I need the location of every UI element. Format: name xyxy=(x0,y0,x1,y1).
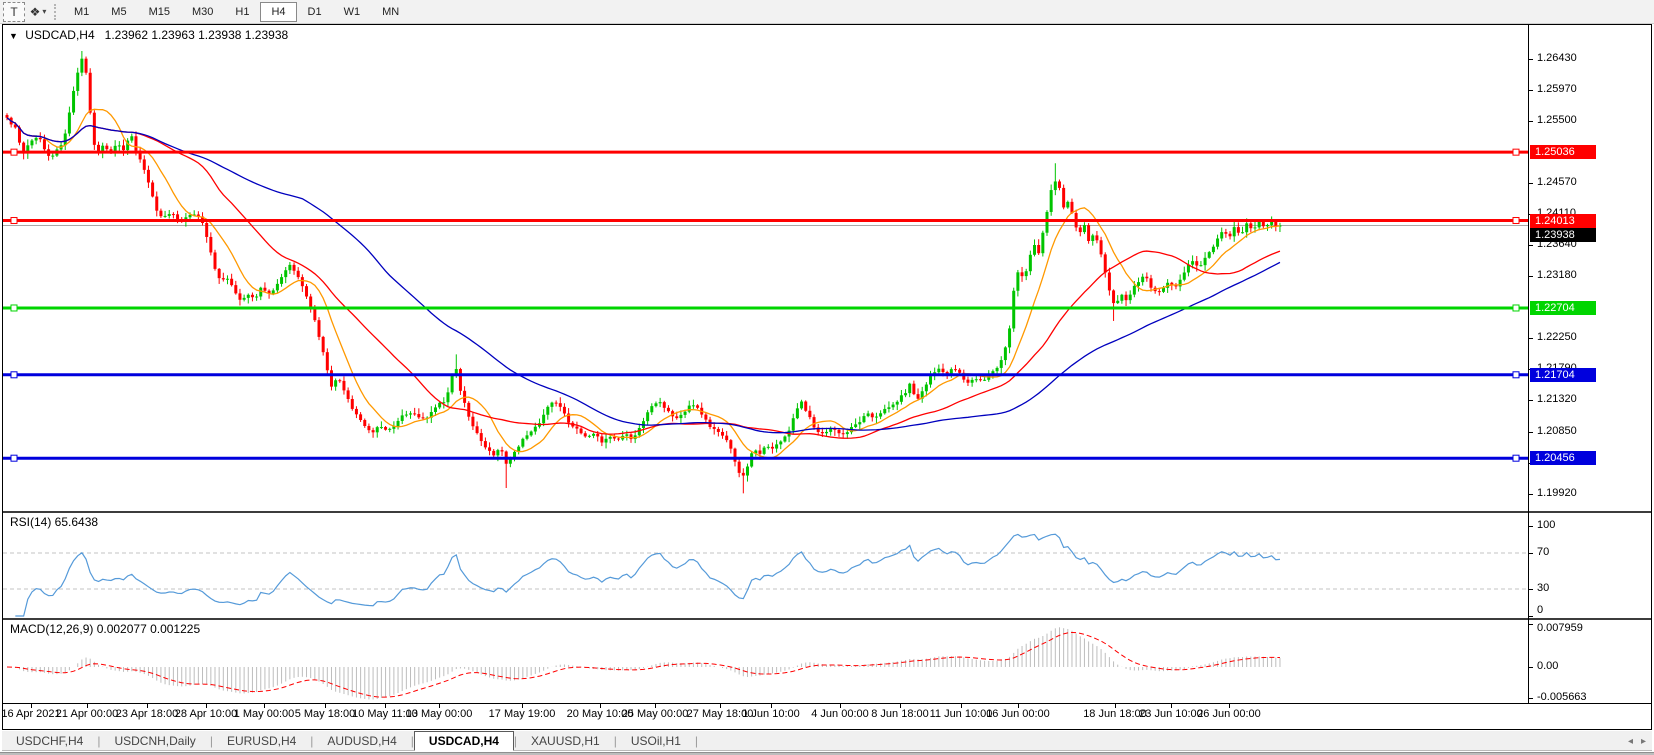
horizontal-line-1.24013[interactable] xyxy=(3,218,1528,224)
rsi-label: RSI(14) 65.6438 xyxy=(10,515,98,529)
timeframe-button-m5[interactable]: M5 xyxy=(100,2,137,22)
terminal-screen: T ❖ ▾ M1M5M15M30H1H4D1W1MN ▼ USDCAD,H4 1… xyxy=(0,0,1654,755)
top-toolbar: T ❖ ▾ M1M5M15M30H1H4D1W1MN xyxy=(0,0,1654,24)
chart-title: ▼ USDCAD,H4 1.23962 1.23963 1.23938 1.23… xyxy=(9,28,288,42)
chart-quotes: 1.23962 1.23963 1.23938 1.23938 xyxy=(105,28,289,42)
time-tick xyxy=(206,704,207,708)
MA-fast-line xyxy=(7,109,1280,457)
timeframe-button-m1[interactable]: M1 xyxy=(63,2,100,22)
rsi-canvas[interactable] xyxy=(3,513,1528,618)
timeframe-button-h4[interactable]: H4 xyxy=(260,2,296,22)
tab-xauusd-h1[interactable]: XAUUSD,H1 xyxy=(517,731,614,751)
objects-icon: ❖ xyxy=(30,5,41,19)
price-tick-1.26430: 1.26430 xyxy=(1537,52,1577,64)
horizontal-line-1.22704[interactable] xyxy=(3,305,1528,311)
time-label: 13 May 00:00 xyxy=(393,708,485,720)
tab-eurusd-h4[interactable]: EURUSD,H4 xyxy=(213,731,310,751)
time-label: 26 Jun 00:00 xyxy=(1183,708,1275,720)
macd-tick-0.00: 0.00 xyxy=(1537,660,1558,672)
tab-usdchf-h4[interactable]: USDCHF,H4 xyxy=(2,731,97,751)
time-tick xyxy=(147,704,148,708)
price-tick-1.21320: 1.21320 xyxy=(1537,393,1577,405)
time-tick xyxy=(771,704,772,708)
objects-button[interactable]: ❖ ▾ xyxy=(27,2,49,22)
rsi-tick-100: 100 xyxy=(1537,519,1555,531)
price-tag-1.20456: 1.20456 xyxy=(1530,451,1596,465)
price-tick-1.25500: 1.25500 xyxy=(1537,114,1577,126)
price-tag-1.22704: 1.22704 xyxy=(1530,301,1596,315)
time-tick xyxy=(840,704,841,708)
price-tag-1.25036: 1.25036 xyxy=(1530,145,1596,159)
chart-symbol: USDCAD,H4 xyxy=(25,28,94,42)
timeframe-button-m15[interactable]: M15 xyxy=(138,2,181,22)
rsi-tick-70: 70 xyxy=(1537,546,1549,558)
price-tag-1.24013: 1.24013 xyxy=(1530,214,1596,228)
time-tick xyxy=(264,704,265,708)
tab-usdcnh-daily[interactable]: USDCNH,Daily xyxy=(100,731,209,751)
price-axis-line xyxy=(1528,25,1529,703)
price-tick-1.23180: 1.23180 xyxy=(1537,269,1577,281)
text-tool-icon: T xyxy=(10,5,17,19)
timeframe-button-h1[interactable]: H1 xyxy=(224,2,260,22)
macd-tick-0.007959: 0.007959 xyxy=(1537,622,1583,634)
MA-mid-line xyxy=(7,118,1280,439)
price-tick-1.24570: 1.24570 xyxy=(1537,176,1577,188)
time-tick xyxy=(600,704,601,708)
toolbar-drag-handle[interactable] xyxy=(54,4,59,20)
price-tick-1.22250: 1.22250 xyxy=(1537,331,1577,343)
time-tick xyxy=(1018,704,1019,708)
macd-histogram xyxy=(7,627,1280,699)
time-tick xyxy=(439,704,440,708)
tab-usoil-h1[interactable]: USOil,H1 xyxy=(617,731,695,751)
tab-scroll-left-icon[interactable]: ◂ xyxy=(1628,736,1633,747)
time-tick xyxy=(522,704,523,708)
horizontal-line-1.20456[interactable] xyxy=(3,455,1528,461)
main-chart-canvas[interactable] xyxy=(3,25,1528,511)
macd-canvas[interactable] xyxy=(3,620,1528,703)
price-tick-1.20850: 1.20850 xyxy=(1537,425,1577,437)
MA-slow-line xyxy=(7,118,1280,433)
timeframe-button-w1[interactable]: W1 xyxy=(333,2,372,22)
tab-separator: | xyxy=(695,734,698,748)
time-tick xyxy=(720,704,721,708)
time-tick xyxy=(961,704,962,708)
candles-layer xyxy=(6,51,1282,493)
time-tick xyxy=(1171,704,1172,708)
timeframe-group: M1M5M15M30H1H4D1W1MN xyxy=(63,2,410,22)
time-tick xyxy=(1115,704,1116,708)
chart-tab-bar: USDCHF,H4|USDCNH,Daily|EURUSD,H4|AUDUSD,… xyxy=(2,731,1652,751)
timeframe-button-d1[interactable]: D1 xyxy=(297,2,333,22)
time-tick xyxy=(87,704,88,708)
rsi-line xyxy=(15,534,1280,616)
rsi-tick-0: 0 xyxy=(1537,604,1543,616)
tab-usdcad-h4[interactable]: USDCAD,H4 xyxy=(414,731,514,751)
time-axis: 16 Apr 202121 Apr 00:0023 Apr 18:0028 Ap… xyxy=(3,703,1651,729)
horizontal-line-1.25036[interactable] xyxy=(3,149,1528,155)
chart-dropdown-icon[interactable]: ▼ xyxy=(9,31,18,41)
time-tick xyxy=(385,704,386,708)
price-tick-1.25970: 1.25970 xyxy=(1537,83,1577,95)
time-tick xyxy=(655,704,656,708)
macd-tick--0.005663: -0.005663 xyxy=(1537,691,1587,703)
time-tick xyxy=(900,704,901,708)
macd-label: MACD(12,26,9) 0.002077 0.001225 xyxy=(10,622,200,636)
time-tick xyxy=(1229,704,1230,708)
time-tick xyxy=(31,704,32,708)
pane-separator[interactable] xyxy=(3,618,1651,620)
price-tick-1.19920: 1.19920 xyxy=(1537,487,1577,499)
text-tool-button[interactable]: T xyxy=(3,2,25,22)
time-label: 16 Jun 00:00 xyxy=(972,708,1064,720)
tab-audusd-h4[interactable]: AUDUSD,H4 xyxy=(313,731,410,751)
tab-scroll-right-icon[interactable]: ▸ xyxy=(1641,736,1646,747)
horizontal-line-1.21704[interactable] xyxy=(3,372,1528,378)
price-tag-1.21704: 1.21704 xyxy=(1530,368,1596,382)
pane-separator[interactable] xyxy=(3,511,1651,513)
timeframe-button-m30[interactable]: M30 xyxy=(181,2,224,22)
chart-window: ▼ USDCAD,H4 1.23962 1.23963 1.23938 1.23… xyxy=(2,24,1652,730)
rsi-tick-30: 30 xyxy=(1537,582,1549,594)
current-price-tag: 1.23938 xyxy=(1530,228,1596,242)
chevron-down-icon: ▾ xyxy=(42,7,46,16)
time-tick xyxy=(325,704,326,708)
timeframe-button-mn[interactable]: MN xyxy=(371,2,410,22)
